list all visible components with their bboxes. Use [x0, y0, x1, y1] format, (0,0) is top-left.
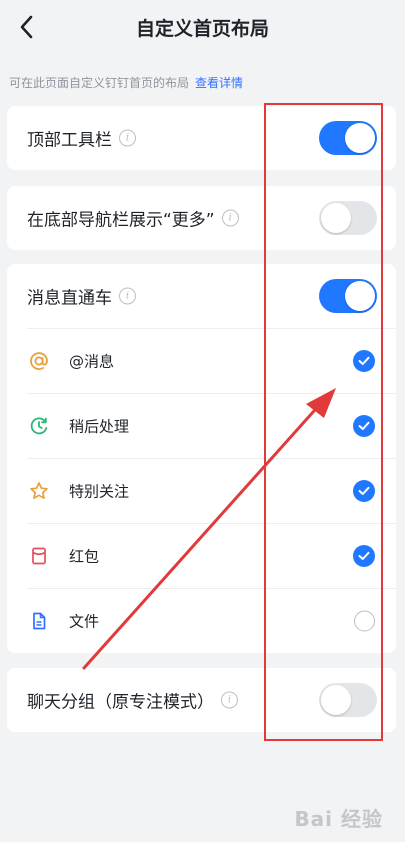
info-icon[interactable]: i: [221, 209, 239, 227]
toolbar-label-wrap: 顶部工具栏 i: [27, 126, 136, 151]
more-label-wrap: 在底部导航栏展示“更多” i: [27, 206, 239, 231]
view-details-link[interactable]: 查看详情: [195, 76, 243, 90]
header: 自定义首页布局: [0, 0, 405, 56]
file-icon: [29, 611, 49, 631]
page-title: 自定义首页布局: [135, 18, 269, 40]
more-label: 在底部导航栏展示“更多”: [27, 210, 215, 231]
list-item-label: 特别关注: [69, 482, 130, 500]
watermark: Bai 经验: [294, 807, 383, 831]
toolbar-label: 顶部工具栏: [27, 130, 112, 151]
hint-description: 可在此页面自定义钉钉首页的布局: [9, 76, 190, 90]
list-item-label: @消息: [69, 352, 115, 370]
chatgroup-label-wrap: 聊天分组（原专注模式） i: [27, 688, 238, 713]
hint-text: 可在此页面自定义钉钉首页的布局 查看详情: [9, 74, 243, 91]
info-icon[interactable]: i: [119, 129, 136, 147]
message-label: 消息直通车: [27, 288, 112, 309]
list-item-label: 红包: [69, 547, 100, 565]
star-icon: [29, 481, 49, 501]
list-item-label: 文件: [69, 612, 100, 630]
chatgroup-label: 聊天分组（原专注模式）: [27, 692, 214, 713]
red-envelope-icon: [29, 546, 49, 566]
message-label-wrap: 消息直通车 i: [27, 284, 136, 309]
at-icon: [29, 351, 49, 371]
info-icon[interactable]: i: [119, 287, 136, 305]
clock-later-icon: [29, 416, 49, 436]
list-item-label: 稍后处理: [69, 417, 130, 435]
info-icon[interactable]: i: [221, 691, 238, 709]
annotation-box: [264, 103, 383, 741]
